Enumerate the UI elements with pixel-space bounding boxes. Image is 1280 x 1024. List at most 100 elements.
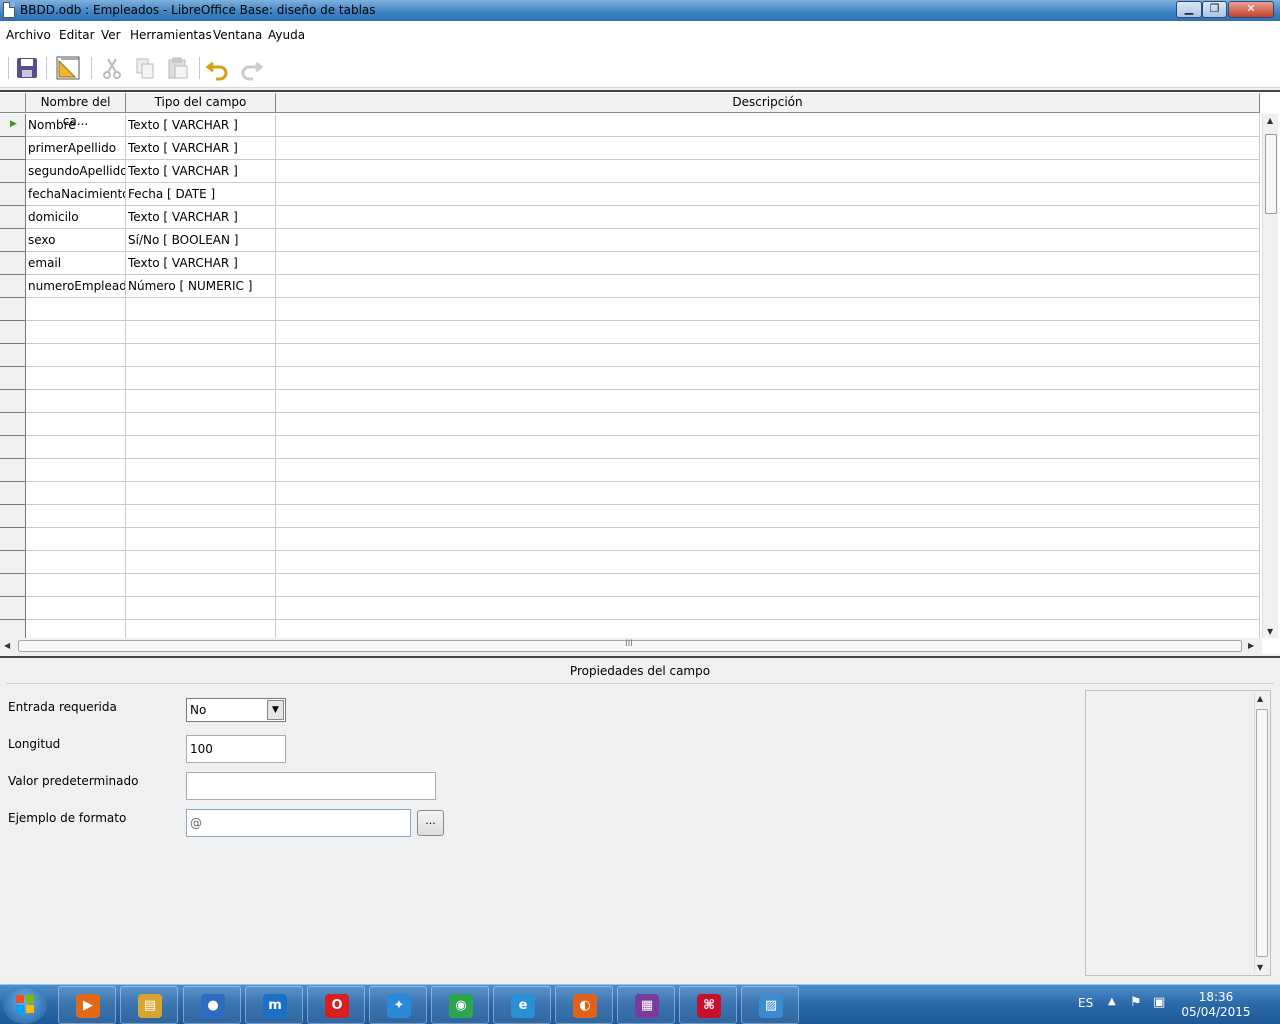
- cell-name[interactable]: [26, 459, 126, 482]
- vertical-scrollbar[interactable]: ▲ ▼: [1262, 114, 1278, 638]
- cell-name[interactable]: [26, 597, 126, 620]
- cell-type[interactable]: Texto [ VARCHAR ]: [126, 252, 276, 275]
- network-icon[interactable]: ▣: [1153, 995, 1165, 1010]
- cut-icon[interactable]: [99, 55, 125, 81]
- row-header[interactable]: [0, 505, 26, 528]
- cell-desc[interactable]: [276, 137, 1260, 160]
- row-header[interactable]: [0, 160, 26, 183]
- scroll-up-icon[interactable]: ▲: [1267, 116, 1273, 125]
- undo-icon[interactable]: [205, 55, 231, 81]
- cell-name[interactable]: sexo: [26, 229, 126, 252]
- cell-type[interactable]: [126, 574, 276, 597]
- row-header[interactable]: [0, 459, 26, 482]
- row-header[interactable]: [0, 321, 26, 344]
- help-scroll-thumb[interactable]: [1256, 709, 1268, 957]
- close-button[interactable]: ✕: [1228, 1, 1274, 18]
- row-header[interactable]: [0, 528, 26, 551]
- cell-name[interactable]: [26, 321, 126, 344]
- menu-ventana[interactable]: Ventana: [213, 28, 262, 42]
- scroll-right-icon[interactable]: ▶: [1248, 641, 1254, 650]
- cell-type[interactable]: Texto [ VARCHAR ]: [126, 114, 276, 137]
- cell-desc[interactable]: [276, 551, 1260, 574]
- row-header[interactable]: [0, 482, 26, 505]
- cell-name[interactable]: domicilo: [26, 206, 126, 229]
- cell-type[interactable]: [126, 505, 276, 528]
- row-header[interactable]: ▶: [0, 114, 26, 137]
- cell-type[interactable]: Fecha [ DATE ]: [126, 183, 276, 206]
- help-scrollbar[interactable]: ▲ ▼: [1254, 693, 1268, 973]
- cell-name[interactable]: email: [26, 252, 126, 275]
- cell-desc[interactable]: [276, 229, 1260, 252]
- cell-name[interactable]: [26, 551, 126, 574]
- row-header[interactable]: [0, 275, 26, 298]
- cell-desc[interactable]: [276, 597, 1260, 620]
- default-value-input[interactable]: [186, 772, 436, 800]
- cell-name[interactable]: primerApellido: [26, 137, 126, 160]
- cell-desc[interactable]: [276, 436, 1260, 459]
- taskbar-button[interactable]: ◉: [431, 986, 489, 1024]
- start-button[interactable]: [3, 986, 47, 1024]
- taskbar-button[interactable]: ✦: [369, 986, 427, 1024]
- cell-type[interactable]: [126, 597, 276, 620]
- cell-desc[interactable]: [276, 413, 1260, 436]
- taskbar-button[interactable]: ▨: [741, 986, 799, 1024]
- cell-desc[interactable]: [276, 528, 1260, 551]
- taskbar-button[interactable]: O: [307, 986, 365, 1024]
- cell-name[interactable]: [26, 367, 126, 390]
- cell-name[interactable]: [26, 505, 126, 528]
- cell-desc[interactable]: [276, 482, 1260, 505]
- cell-type[interactable]: [126, 298, 276, 321]
- language-indicator[interactable]: ES: [1078, 996, 1093, 1010]
- cell-desc[interactable]: [276, 114, 1260, 137]
- cell-name[interactable]: Nombre: [26, 114, 126, 137]
- required-select[interactable]: No ▼: [186, 698, 286, 722]
- cell-desc[interactable]: [276, 390, 1260, 413]
- row-header[interactable]: [0, 344, 26, 367]
- cell-type[interactable]: [126, 344, 276, 367]
- clock[interactable]: 18:36 05/04/2015: [1180, 990, 1252, 1020]
- cell-name[interactable]: fechaNacimiento: [26, 183, 126, 206]
- row-header[interactable]: [0, 252, 26, 275]
- row-header[interactable]: [0, 551, 26, 574]
- cell-desc[interactable]: [276, 344, 1260, 367]
- row-header[interactable]: [0, 229, 26, 252]
- maximize-button[interactable]: ❐: [1202, 1, 1227, 18]
- row-header[interactable]: [0, 137, 26, 160]
- cell-name[interactable]: [26, 344, 126, 367]
- row-header[interactable]: [0, 413, 26, 436]
- cell-type[interactable]: [126, 321, 276, 344]
- menu-ayuda[interactable]: Ayuda: [268, 28, 305, 42]
- cell-type[interactable]: [126, 390, 276, 413]
- row-header[interactable]: [0, 206, 26, 229]
- taskbar-button[interactable]: ●: [183, 986, 241, 1024]
- taskbar-button[interactable]: m: [245, 986, 303, 1024]
- cell-type[interactable]: [126, 459, 276, 482]
- cell-type[interactable]: [126, 551, 276, 574]
- cell-type[interactable]: [126, 528, 276, 551]
- cell-name[interactable]: [26, 390, 126, 413]
- length-input[interactable]: 100: [186, 735, 286, 763]
- row-header[interactable]: [0, 436, 26, 459]
- column-header-field-name[interactable]: Nombre del ca...: [26, 93, 126, 128]
- cell-type[interactable]: Sí/No [ BOOLEAN ]: [126, 229, 276, 252]
- taskbar-button[interactable]: e: [493, 986, 551, 1024]
- row-header[interactable]: [0, 390, 26, 413]
- save-icon[interactable]: [14, 55, 40, 81]
- horizontal-scrollbar[interactable]: ◀ III ▶: [0, 638, 1262, 654]
- row-header[interactable]: [0, 298, 26, 321]
- index-design-icon[interactable]: [55, 55, 81, 81]
- scroll-up-icon[interactable]: ▲: [1257, 694, 1263, 703]
- cell-name[interactable]: numeroEmpleado: [26, 275, 126, 298]
- cell-desc[interactable]: [276, 183, 1260, 206]
- cell-desc[interactable]: [276, 367, 1260, 390]
- cell-name[interactable]: [26, 436, 126, 459]
- vertical-scroll-thumb[interactable]: [1265, 134, 1277, 214]
- horizontal-scroll-thumb[interactable]: III: [18, 639, 1242, 652]
- copy-icon[interactable]: [132, 55, 158, 81]
- cell-desc[interactable]: [276, 206, 1260, 229]
- scroll-down-icon[interactable]: ▼: [1267, 627, 1273, 636]
- cell-desc[interactable]: [276, 298, 1260, 321]
- cell-type[interactable]: Texto [ VARCHAR ]: [126, 206, 276, 229]
- menu-herramientas[interactable]: Herramientas: [130, 28, 212, 42]
- taskbar-button[interactable]: ▤: [120, 986, 178, 1024]
